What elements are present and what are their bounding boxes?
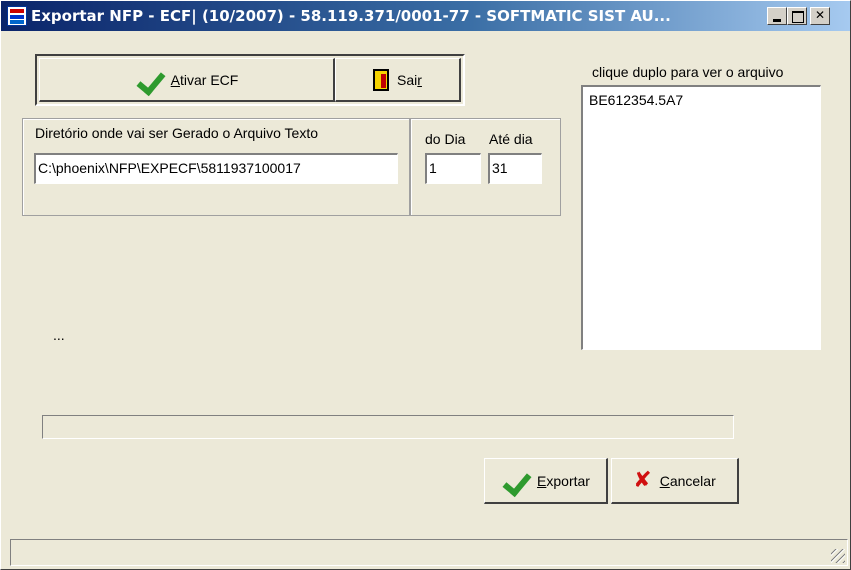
diretorio-label: Diretório onde vai ser Gerado o Arquivo … bbox=[35, 125, 319, 141]
app-icon bbox=[7, 6, 27, 26]
exportar-label: Exportar bbox=[537, 472, 590, 489]
do-dia-input[interactable]: 1 bbox=[425, 153, 481, 184]
resize-grip-icon[interactable] bbox=[831, 549, 845, 563]
red-x-icon: ✘ bbox=[633, 468, 652, 493]
progress-bar bbox=[42, 415, 734, 439]
door-exit-icon bbox=[373, 68, 390, 91]
status-bar bbox=[10, 539, 848, 566]
do-dia-label: do Dia bbox=[425, 131, 466, 147]
window-title: Exportar NFP - ECF| (10/2007) - 58.119.3… bbox=[31, 7, 671, 25]
sair-label: Sair bbox=[397, 71, 422, 88]
cancelar-label: Cancelar bbox=[659, 472, 716, 489]
minimize-button[interactable] bbox=[767, 7, 787, 25]
ativar-ecf-label: Ativar ECF bbox=[170, 71, 239, 88]
ate-dia-label: Até dia bbox=[489, 131, 533, 147]
sair-button[interactable]: Sair bbox=[335, 58, 461, 102]
check-icon bbox=[501, 469, 529, 493]
close-button[interactable]: ✕ bbox=[810, 7, 830, 25]
check-icon bbox=[135, 68, 163, 92]
file-list[interactable]: BE612354.5A7 bbox=[581, 85, 821, 350]
ate-dia-input[interactable]: 31 bbox=[488, 153, 542, 184]
diretorio-input[interactable]: C:\phoenix\NFP\EXPECF\5811937100017 bbox=[34, 153, 398, 184]
maximize-button[interactable] bbox=[787, 7, 807, 25]
cancelar-button[interactable]: ✘ Cancelar bbox=[611, 458, 739, 504]
file-list-hint: clique duplo para ver o arquivo bbox=[592, 64, 784, 80]
export-window: Exportar NFP - ECF| (10/2007) - 58.119.3… bbox=[0, 0, 851, 570]
ativar-ecf-button[interactable]: Ativar ECF bbox=[39, 58, 335, 102]
list-item[interactable]: BE612354.5A7 bbox=[589, 92, 814, 108]
title-bar[interactable]: Exportar NFP - ECF| (10/2007) - 58.119.3… bbox=[1, 1, 850, 31]
status-text: ... bbox=[53, 327, 65, 343]
exportar-button[interactable]: Exportar bbox=[484, 458, 608, 504]
